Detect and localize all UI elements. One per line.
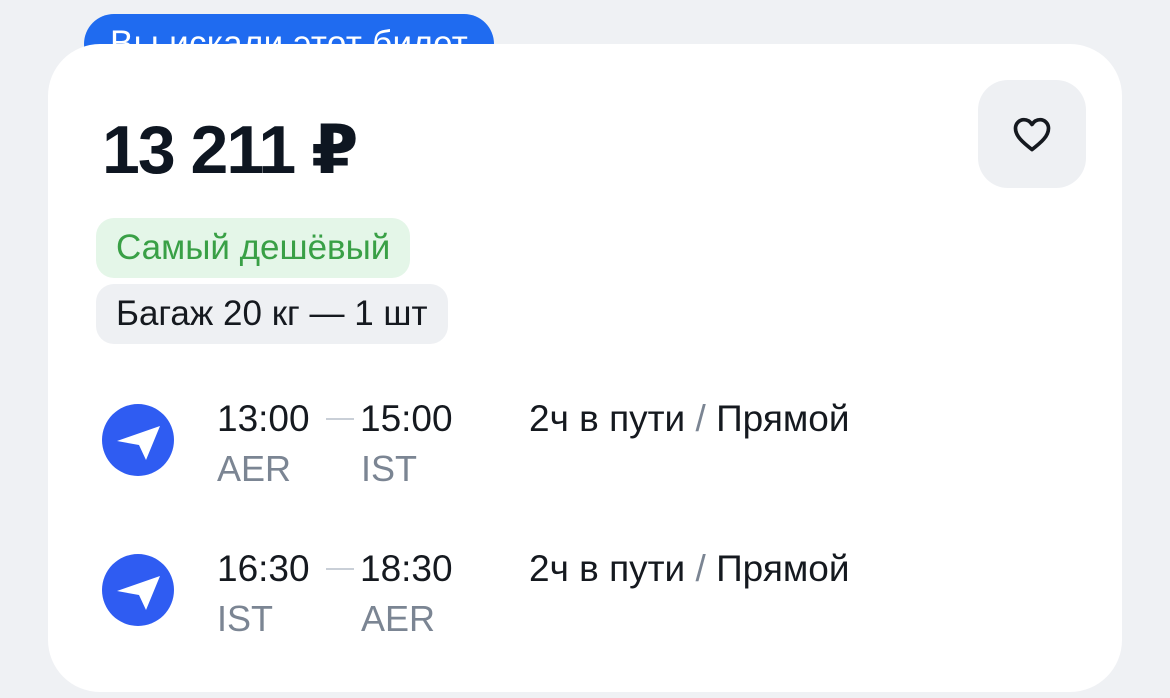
info-separator: / [695,548,706,589]
heart-icon [1013,117,1051,152]
departure-time: 13:00 [217,398,310,439]
flight-info: 2ч в пути / Прямой [529,398,850,440]
arrival-airport-code: IST [361,448,418,489]
flight-duration: 2ч в пути [529,398,686,439]
airline-logo-icon [102,554,174,626]
arrival-time: 18:30 [360,548,453,589]
flight-info: 2ч в пути / Прямой [529,548,850,590]
departure-airport-code: AER [217,448,292,489]
flight-segment[interactable]: 16:30 18:30 IST AER 2ч в пути / Прямой [0,548,1170,668]
arrival-time: 15:00 [360,398,453,439]
baggage-tag: Багаж 20 кг — 1 шт [96,284,448,344]
cheapest-tag: Самый дешёвый [96,218,411,278]
flight-stops: Прямой [716,548,850,589]
time-separator [326,568,354,570]
flight-stops: Прямой [716,398,850,439]
favorite-button[interactable] [978,80,1086,188]
departure-airport-code: IST [217,598,274,639]
flight-segment[interactable]: 13:00 15:00 AER IST 2ч в пути / Прямой [0,398,1170,518]
departure-time: 16:30 [217,548,310,589]
flight-duration: 2ч в пути [529,548,686,589]
airline-logo-icon [102,404,174,476]
ticket-price: 13 211 ₽ [102,112,358,188]
arrival-airport-code: AER [361,598,436,639]
info-separator: / [695,398,706,439]
time-separator [326,418,354,420]
